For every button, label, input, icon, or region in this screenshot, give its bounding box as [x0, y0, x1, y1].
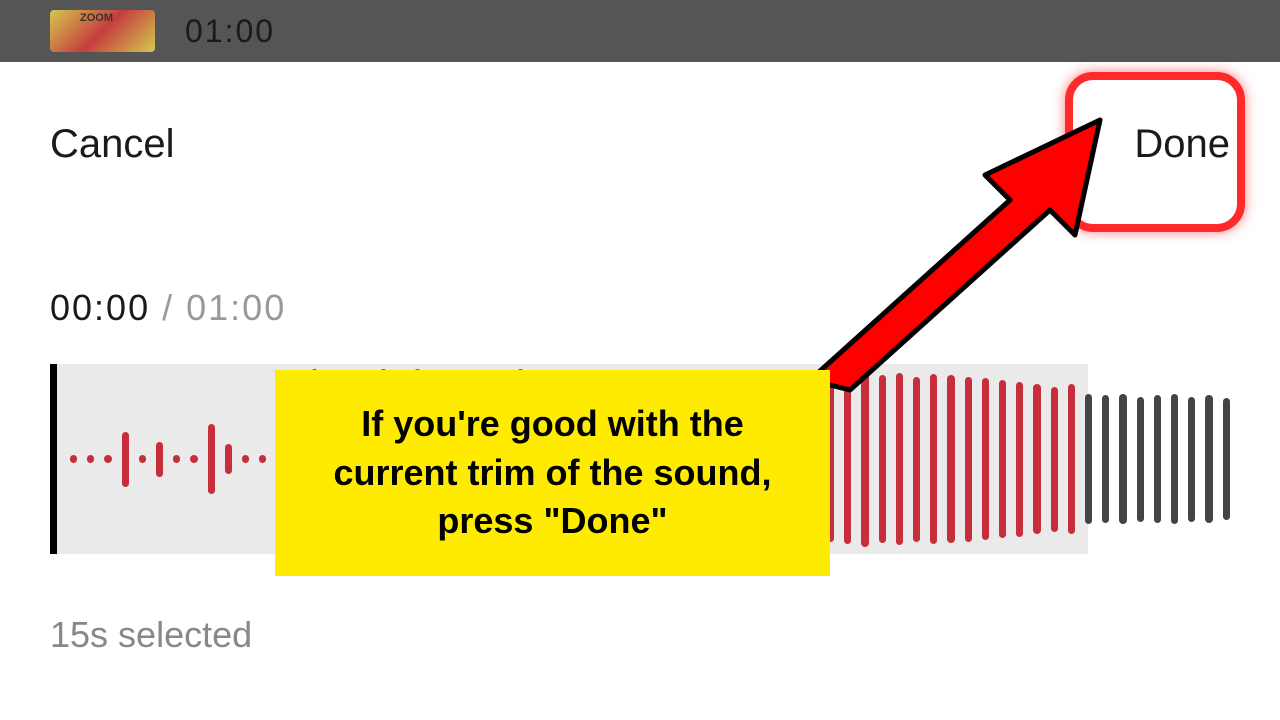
time-display: 00:00 / 01:00 [50, 287, 1230, 329]
backdrop-header: 01:00 [0, 0, 1280, 62]
instruction-callout: If you're good with the current trim of … [275, 370, 830, 576]
backdrop-duration: 01:00 [185, 13, 275, 50]
done-button[interactable]: Done [1134, 122, 1230, 167]
time-separator: / [162, 287, 174, 328]
cancel-button[interactable]: Cancel [50, 122, 175, 167]
instruction-text: If you're good with the current trim of … [315, 400, 790, 546]
time-current: 00:00 [50, 287, 150, 328]
selection-label: 15s selected [50, 614, 1230, 656]
time-total: 01:00 [186, 287, 286, 328]
sound-thumbnail [50, 10, 155, 52]
sheet-header: Cancel Done [50, 122, 1230, 167]
